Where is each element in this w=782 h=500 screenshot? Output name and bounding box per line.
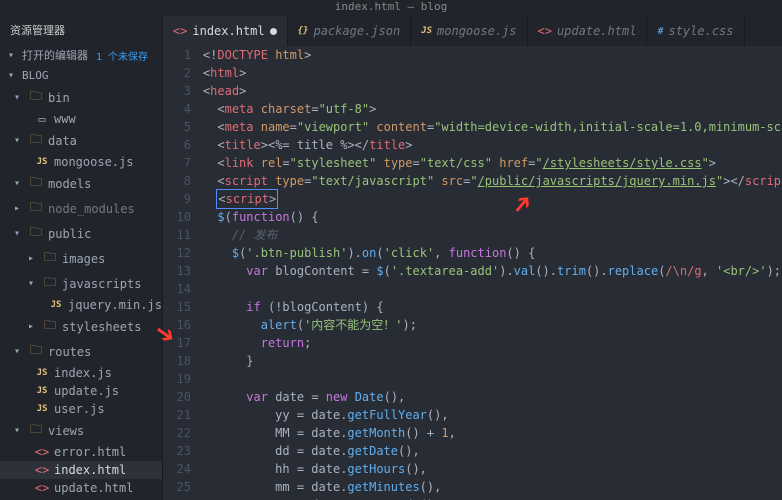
editor-area: <> index.html {} package.json JS mongoos… [163, 16, 782, 500]
folder-routes[interactable]: ▾🗀routes [0, 339, 162, 364]
html-icon: <> [34, 445, 50, 459]
file-mongoose-js[interactable]: JSmongoose.js [0, 153, 162, 171]
folder-icon: 🗀 [28, 173, 44, 194]
window-title: index.html — blog [0, 0, 782, 16]
folder-public[interactable]: ▾🗀public [0, 221, 162, 246]
html-icon: <> [34, 463, 50, 477]
unsaved-dot-icon [270, 28, 277, 35]
unsaved-badge: 1 个未保存 [96, 48, 148, 63]
folder-views[interactable]: ▾🗀views [0, 418, 162, 443]
open-editors-label: 打开的编辑器 [22, 47, 88, 63]
file-tree: ▾🗀bin ▭www ▾🗀data JSmongoose.js ▾🗀models… [0, 85, 162, 500]
file-user-js[interactable]: JSuser.js [0, 400, 162, 418]
project-section[interactable]: ▾ BLOG [0, 66, 162, 85]
open-editors-section[interactable]: ▾ 打开的编辑器 1 个未保存 [0, 44, 162, 66]
folder-icon: 🗀 [28, 198, 44, 219]
folder-icon: 🗀 [28, 420, 44, 441]
html-icon: <> [34, 481, 50, 495]
tab-package-json[interactable]: {} package.json [288, 16, 412, 46]
folder-data[interactable]: ▾🗀data [0, 128, 162, 153]
html-icon: <> [538, 24, 552, 38]
js-icon: JS [421, 26, 432, 36]
file-jquery-min[interactable]: JSjquery.min.js [0, 296, 162, 314]
json-icon: {} [298, 26, 309, 36]
sidebar-header: 资源管理器 [0, 16, 162, 44]
folder-stylesheets[interactable]: ▸🗀stylesheets [0, 314, 162, 339]
folder-bin[interactable]: ▾🗀bin [0, 85, 162, 110]
folder-node-modules[interactable]: ▸🗀node_modules [0, 196, 162, 221]
file-index-js[interactable]: JSindex.js [0, 364, 162, 382]
chevron-down-icon: ▾ [8, 70, 18, 81]
js-icon: JS [34, 157, 50, 167]
html-icon: <> [173, 24, 187, 38]
folder-javascripts[interactable]: ▾🗀javascripts [0, 271, 162, 296]
js-icon: JS [34, 386, 50, 396]
file-www[interactable]: ▭www [0, 110, 162, 128]
folder-icon: 🗀 [42, 273, 58, 294]
file-icon: ▭ [34, 112, 50, 126]
file-error-html[interactable]: <>error.html [0, 443, 162, 461]
folder-images[interactable]: ▸🗀images [0, 246, 162, 271]
folder-icon: 🗀 [28, 341, 44, 362]
tab-mongoose-js[interactable]: JS mongoose.js [411, 16, 527, 46]
tab-bar: <> index.html {} package.json JS mongoos… [163, 16, 782, 46]
folder-icon: 🗀 [42, 316, 58, 337]
folder-models[interactable]: ▾🗀models [0, 171, 162, 196]
project-name: BLOG [22, 69, 49, 82]
code-editor[interactable]: 1234567891011121314151617181920212223242… [163, 46, 782, 500]
file-index-html[interactable]: <>index.html [0, 461, 162, 479]
folder-icon: 🗀 [28, 87, 44, 108]
js-icon: JS [34, 404, 50, 414]
folder-icon: 🗀 [42, 248, 58, 269]
js-icon: JS [34, 368, 50, 378]
folder-icon: 🗀 [28, 223, 44, 244]
css-icon: # [657, 26, 663, 37]
js-icon: JS [48, 300, 64, 310]
folder-icon: 🗀 [28, 130, 44, 151]
tab-update-html[interactable]: <> update.html [528, 16, 648, 46]
tab-style-css[interactable]: # style.css [647, 16, 744, 46]
file-update-js[interactable]: JSupdate.js [0, 382, 162, 400]
sidebar: 资源管理器 ▾ 打开的编辑器 1 个未保存 ▾ BLOG ▾🗀bin ▭www … [0, 16, 163, 500]
line-gutter: 1234567891011121314151617181920212223242… [163, 46, 203, 500]
tab-index-html[interactable]: <> index.html [163, 16, 288, 46]
file-update-html[interactable]: <>update.html [0, 479, 162, 497]
chevron-down-icon: ▾ [8, 50, 18, 61]
code-content[interactable]: <!DOCTYPE html><html><head> <meta charse… [203, 46, 782, 500]
